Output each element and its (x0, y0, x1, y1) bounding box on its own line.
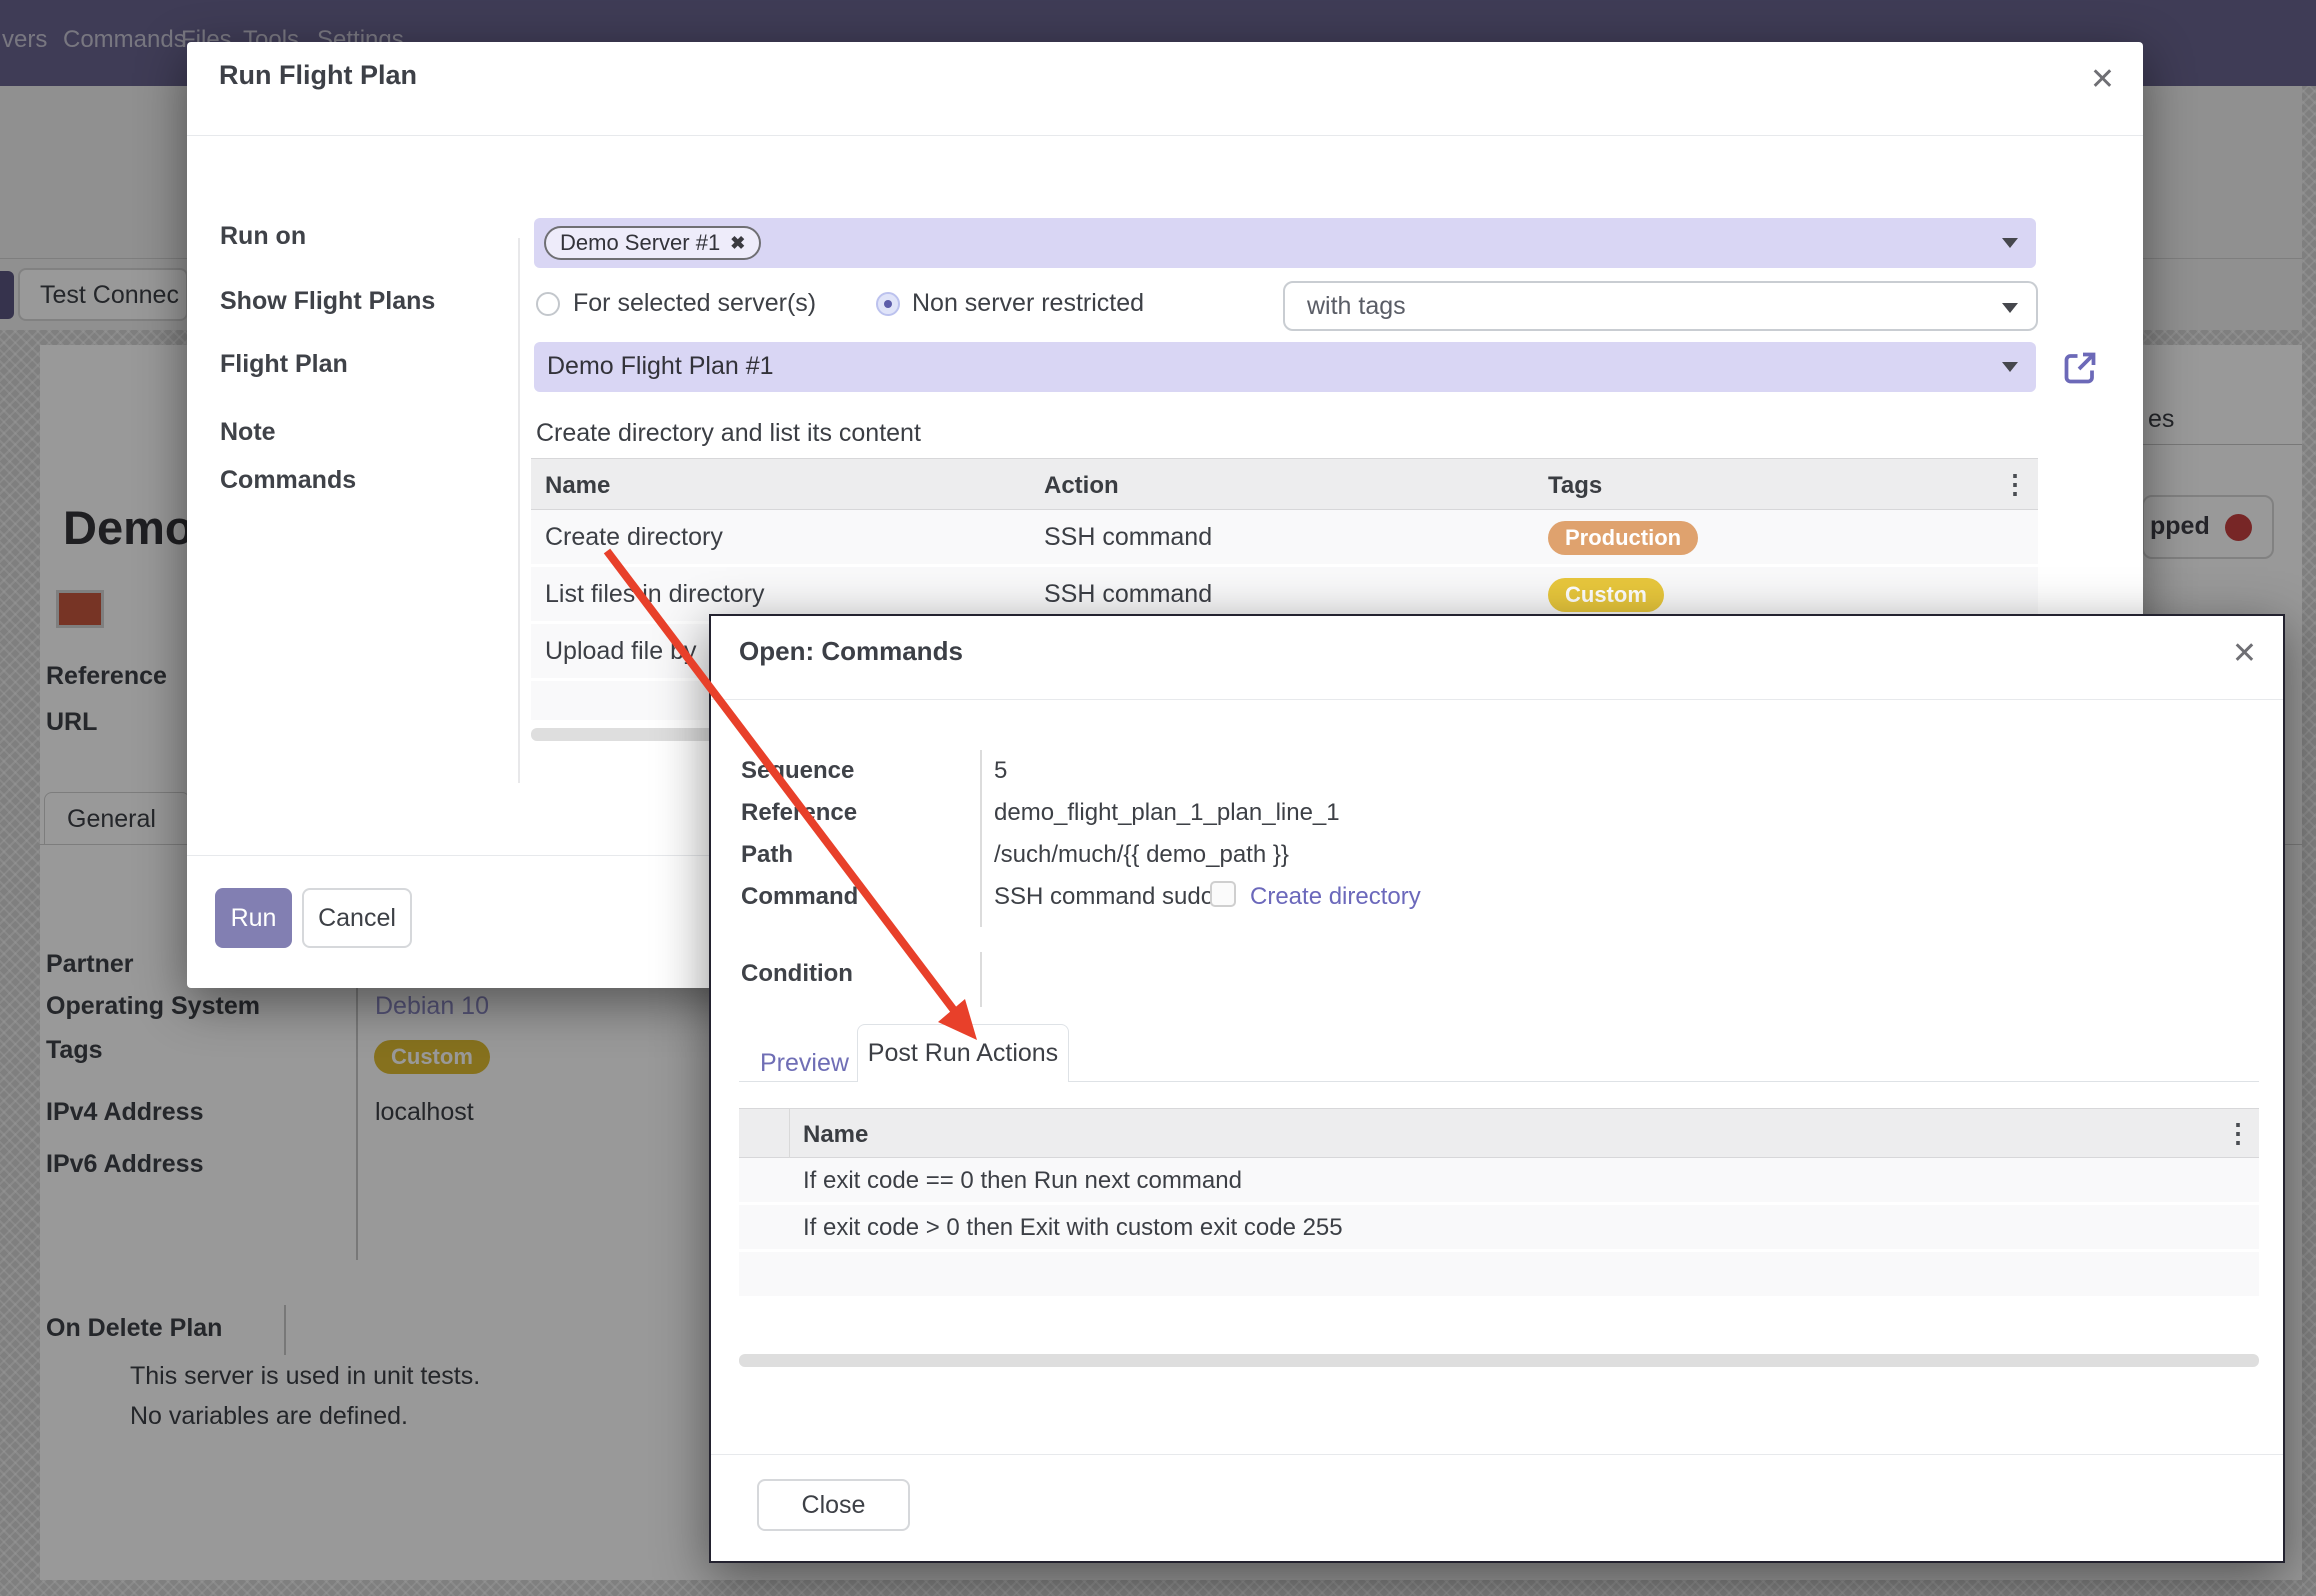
show-flight-plans-label: Show Flight Plans (220, 287, 435, 316)
run-button[interactable]: Run (215, 888, 292, 948)
sequence-value: 5 (994, 757, 1007, 785)
modal-header-divider (187, 135, 2143, 136)
tag-badge: Production (1548, 521, 1698, 555)
horizontal-scrollbar[interactable] (739, 1354, 2259, 1367)
cell-name: Create directory (545, 523, 723, 552)
table-row[interactable]: If exit code == 0 then Run next command (739, 1158, 2259, 1205)
col-action: Action (1044, 472, 1119, 500)
label-column-divider (518, 238, 520, 783)
path-value: /such/much/{{ demo_path }} (994, 841, 1289, 869)
plan-description: Create directory and list its content (536, 419, 921, 448)
commands-label: Commands (220, 466, 356, 495)
plan-table-header: Name Action Tags ⋮ (531, 458, 2038, 510)
run-on-input[interactable]: Demo Server #1 ✖ (534, 218, 2036, 268)
radio-selected-servers-label[interactable]: For selected server(s) (573, 289, 816, 318)
chevron-down-icon (2002, 362, 2018, 372)
modal-footer-divider (711, 1454, 2283, 1455)
cell-name: If exit code == 0 then Run next command (803, 1167, 1242, 1195)
col-name: Name (545, 472, 610, 500)
remove-tag-icon[interactable]: ✖ (730, 233, 745, 254)
radio-non-restricted[interactable] (876, 292, 900, 316)
tab-post-run-actions[interactable]: Post Run Actions (857, 1024, 1069, 1082)
flight-plan-value: Demo Flight Plan #1 (547, 352, 774, 381)
reference-value: demo_flight_plan_1_plan_line_1 (994, 799, 1340, 827)
close-button[interactable]: Close (757, 1479, 910, 1531)
cancel-button[interactable]: Cancel (302, 888, 412, 948)
cell-name: If exit code > 0 then Exit with custom e… (803, 1214, 1343, 1242)
path-label: Path (741, 841, 793, 869)
condition-divider (980, 952, 982, 1007)
chevron-down-icon (2002, 238, 2018, 248)
reference-label: Reference (741, 799, 857, 827)
with-tags-value: with tags (1307, 292, 1406, 321)
tab-preview[interactable]: Preview (760, 1049, 849, 1078)
cell-action: SSH command (1044, 523, 1212, 552)
command-value: SSH command sudo (994, 883, 1214, 911)
condition-label: Condition (741, 960, 853, 988)
modal-title: Open: Commands (739, 636, 963, 667)
note-label: Note (220, 418, 276, 447)
table-row-empty (739, 1252, 2259, 1299)
sequence-label: Sequence (741, 757, 854, 785)
radio-non-restricted-label[interactable]: Non server restricted (912, 289, 1144, 318)
server-tag-pill[interactable]: Demo Server #1 ✖ (544, 226, 761, 260)
modal-title: Run Flight Plan (219, 60, 417, 91)
flight-plan-label: Flight Plan (220, 350, 348, 379)
col-name: Name (803, 1121, 868, 1149)
handle-column-divider (789, 1109, 790, 1159)
external-link-icon[interactable] (2060, 348, 2100, 388)
cell-name: List files in directory (545, 580, 765, 609)
with-tags-select[interactable]: with tags (1283, 281, 2038, 331)
table-row[interactable]: If exit code > 0 then Exit with custom e… (739, 1205, 2259, 1252)
flight-plan-select[interactable]: Demo Flight Plan #1 (534, 342, 2036, 392)
tag-badge: Custom (1548, 578, 1664, 612)
close-icon[interactable]: ✕ (2090, 62, 2115, 97)
col-tags: Tags (1548, 472, 1602, 500)
command-checkbox[interactable] (1210, 881, 1236, 907)
field-divider (980, 750, 982, 927)
close-icon[interactable]: ✕ (2232, 636, 2257, 671)
cell-action: SSH command (1044, 580, 1212, 609)
cell-name: Upload file by (545, 637, 696, 666)
command-label: Command (741, 883, 858, 911)
run-on-label: Run on (220, 222, 306, 251)
command-link[interactable]: Create directory (1250, 883, 1421, 911)
table-row[interactable]: Create directory SSH command Production (531, 510, 2038, 567)
radio-selected-servers[interactable] (536, 292, 560, 316)
actions-table-header: Name ⋮ (739, 1108, 2259, 1158)
modal-header-divider (711, 699, 2283, 700)
kebab-menu-icon[interactable]: ⋮ (2002, 469, 2028, 500)
chevron-down-icon (2002, 303, 2018, 313)
server-tag-label: Demo Server #1 (560, 230, 720, 256)
open-commands-modal: Open: Commands ✕ Sequence 5 Reference de… (709, 614, 2285, 1563)
kebab-menu-icon[interactable]: ⋮ (2225, 1118, 2251, 1149)
